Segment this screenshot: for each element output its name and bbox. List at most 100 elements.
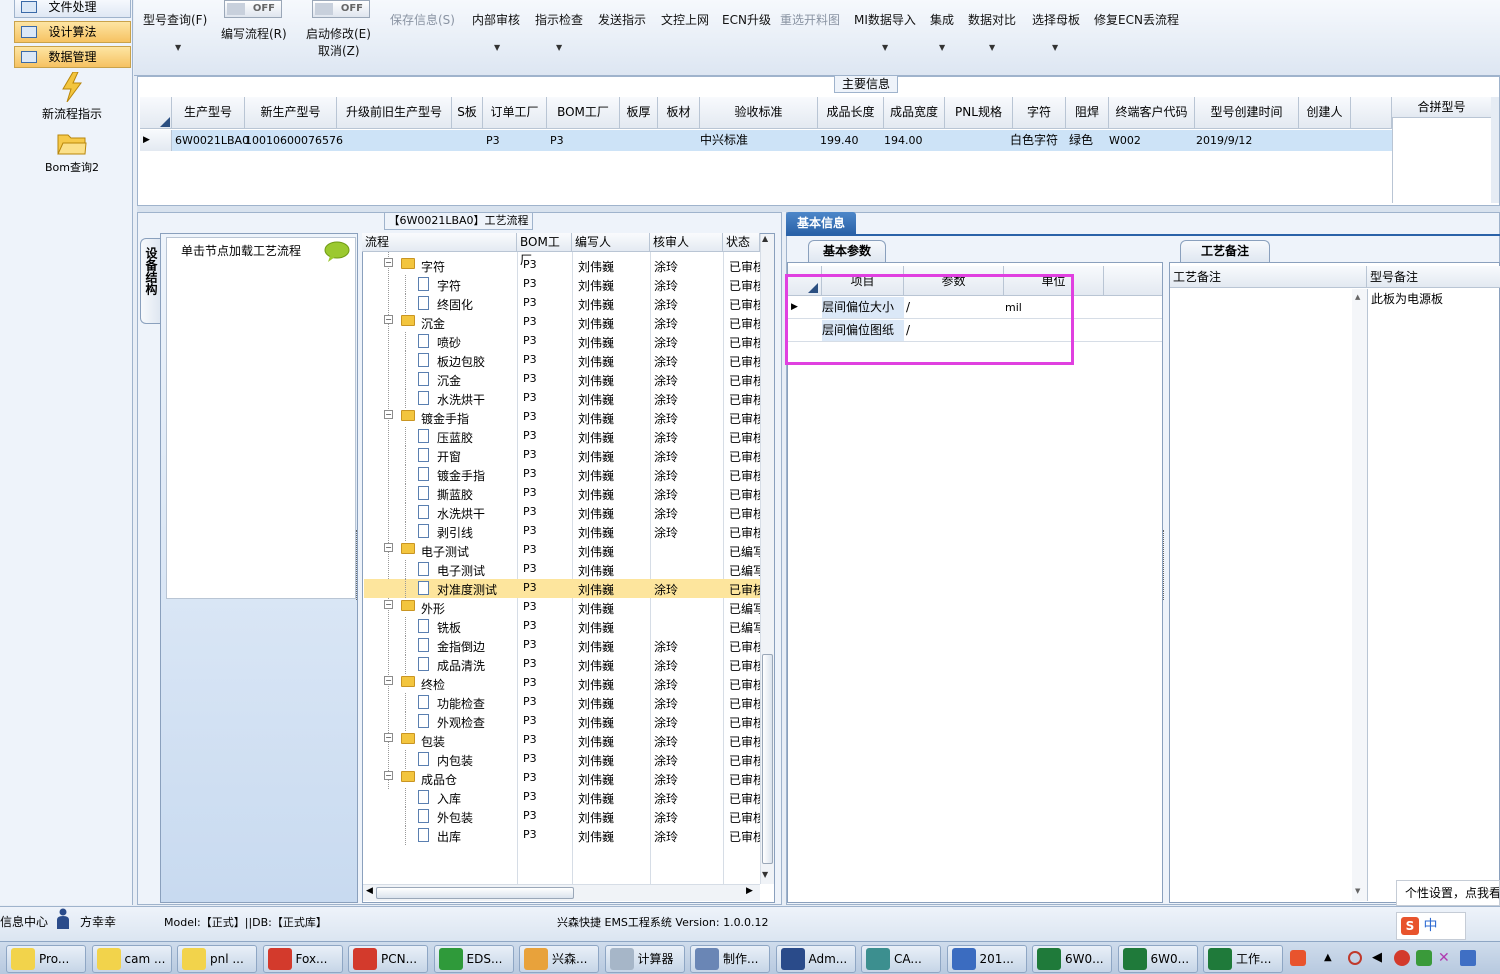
col-header[interactable]: 订单工厂 [483, 97, 547, 129]
new-flow-instruction-shortcut[interactable]: 新流程指示 [16, 71, 128, 122]
tab-basic-info[interactable]: 基本信息 [786, 212, 856, 234]
app-tray-icon[interactable] [1416, 950, 1432, 966]
tree-row[interactable]: 成品清洗 P3 刘伟巍 涂玲 已审核 [364, 655, 765, 674]
row-selector-icon[interactable]: ▶ [140, 130, 172, 151]
collapse-toggle-icon[interactable]: − [384, 258, 393, 267]
info-center-label[interactable]: 信息中心 [0, 913, 48, 930]
tree-row[interactable]: 终固化 P3 刘伟巍 涂玲 已审核 [364, 294, 765, 313]
taskbar-item[interactable]: Fox... [262, 945, 343, 973]
tree-row[interactable]: 板边包胶 P3 刘伟巍 涂玲 已审核 [364, 351, 765, 370]
taskbar-item[interactable]: Pro... [6, 945, 86, 973]
taskbar-item[interactable]: 6W0... [1117, 945, 1198, 973]
model-note-text[interactable]: 此板为电源板 [1371, 290, 1443, 307]
scroll-thumb[interactable] [376, 887, 574, 899]
scroll-left-icon[interactable]: ◀ [366, 886, 373, 896]
collapse-toggle-icon[interactable]: − [384, 543, 393, 552]
col-header[interactable]: 成品长度 [818, 97, 884, 129]
scroll-up-icon[interactable]: ▲ [762, 234, 768, 243]
col-header[interactable]: 新生产型号 [245, 97, 337, 129]
tab-process-notes[interactable]: 工艺备注 [1180, 240, 1270, 262]
col-header[interactable]: 成品宽度 [884, 97, 945, 129]
horizontal-scrollbar[interactable]: ◀ ▶ [363, 884, 760, 901]
col-header[interactable]: 升级前旧生产型号 [337, 97, 452, 129]
tree-row[interactable]: − 终检 P3 刘伟巍 涂玲 已审核 [364, 674, 765, 693]
taskbar-item[interactable]: 工作... [1203, 945, 1283, 973]
nav-file-processing[interactable]: 文件处理 [14, 0, 131, 18]
dropdown-arrow-icon[interactable]: ▼ [175, 43, 181, 52]
tree-row[interactable]: 撕蓝胶 P3 刘伟巍 涂玲 已审核 [364, 484, 765, 503]
col-header[interactable]: PNL规格 [945, 97, 1013, 129]
taskbar-item[interactable]: CA... [861, 945, 941, 973]
col-header[interactable]: 字符 [1013, 97, 1066, 129]
tree-row[interactable]: 水洗烘干 P3 刘伟巍 涂玲 已审核 [364, 503, 765, 522]
ime-bar[interactable]: S 中 [1396, 912, 1466, 940]
tree-row[interactable]: − 外形 P3 刘伟巍 已编写 [364, 598, 765, 617]
collapse-toggle-icon[interactable]: − [384, 733, 393, 742]
dropdown-arrow-icon[interactable]: ▼ [1052, 43, 1058, 52]
tab-basic-params[interactable]: 基本参数 [808, 240, 886, 262]
scroll-down-icon[interactable]: ▼ [1355, 887, 1360, 895]
taskbar-item[interactable]: 兴森... [519, 945, 599, 973]
tree-row[interactable]: 出库 P3 刘伟巍 涂玲 已审核 [364, 826, 765, 845]
col-header[interactable]: 验收标准 [700, 97, 818, 129]
tree-row[interactable]: 喷砂 P3 刘伟巍 涂玲 已审核 [364, 332, 765, 351]
settings-popup[interactable]: 个性设置，点我看 [1396, 880, 1500, 906]
taskbar-item[interactable]: EDS... [433, 945, 514, 973]
scrollbar[interactable] [1491, 97, 1499, 203]
col-header[interactable]: BOM工厂 [517, 233, 572, 267]
tree-row[interactable]: 内包装 P3 刘伟巍 涂玲 已审核 [364, 750, 765, 769]
collapse-toggle-icon[interactable]: − [384, 600, 393, 609]
tree-row[interactable]: 水洗烘干 P3 刘伟巍 涂玲 已审核 [364, 389, 765, 408]
col-header[interactable]: 生产型号 [172, 97, 245, 129]
vertical-scrollbar[interactable]: ▲ ▼ [760, 234, 774, 884]
dropdown-arrow-icon[interactable]: ▼ [882, 43, 888, 52]
taskbar-item[interactable]: cam ... [91, 945, 172, 973]
start-modify-toggle[interactable]: OFF [312, 0, 370, 18]
dropdown-arrow-icon[interactable]: ▼ [556, 43, 562, 52]
col-header[interactable]: 状态 [723, 233, 760, 252]
scroll-right-icon[interactable]: ▶ [746, 886, 753, 896]
sogou-icon[interactable]: S [1401, 917, 1419, 935]
taskbar-item[interactable]: PCN... [348, 945, 428, 973]
process-notes-text[interactable] [1170, 289, 1367, 901]
integrate-button[interactable]: 集成 [930, 11, 954, 28]
tree-row[interactable]: − 包装 P3 刘伟巍 涂玲 已审核 [364, 731, 765, 750]
select-template-button[interactable]: 选择母板 [1032, 11, 1080, 28]
model-query-button[interactable]: 型号查询(F) [143, 11, 207, 28]
tree-row[interactable]: 剥引线 P3 刘伟巍 涂玲 已审核 [364, 522, 765, 541]
col-header[interactable]: 流程 [362, 233, 517, 252]
tree-row[interactable]: 沉金 P3 刘伟巍 涂玲 已审核 [364, 370, 765, 389]
tree-row[interactable]: 金指倒边 P3 刘伟巍 涂玲 已审核 [364, 636, 765, 655]
col-header[interactable]: 核审人 [650, 233, 723, 252]
collapse-toggle-icon[interactable]: − [384, 771, 393, 780]
tree-row[interactable]: 开窗 P3 刘伟巍 涂玲 已审核 [364, 446, 765, 465]
start-modify-button[interactable]: 启动修改(E) [306, 25, 371, 42]
data-compare-button[interactable]: 数据对比 [968, 11, 1016, 28]
scroll-up-icon[interactable]: ▲ [1355, 293, 1360, 301]
taskbar-item[interactable]: 6W0... [1032, 945, 1112, 973]
taskbar-item[interactable]: pnl ... [177, 945, 257, 973]
bom-query2-shortcut[interactable]: Bom查询2 [16, 130, 128, 175]
taskbar-item[interactable]: 制作... [690, 945, 770, 973]
instruction-check-button[interactable]: 指示检查 [535, 11, 583, 28]
app-tray-icon[interactable] [1460, 950, 1476, 966]
merge-model-header[interactable]: 合拼型号 [1392, 97, 1491, 118]
nav-design-algorithm[interactable]: 设计算法 [14, 21, 131, 43]
ime-mode[interactable]: 中 [1423, 918, 1437, 934]
dropdown-arrow-icon[interactable]: ▼ [494, 43, 500, 52]
col-header[interactable]: BOM工厂 [547, 97, 620, 129]
app-tray-icon[interactable] [1394, 950, 1410, 966]
reselect-material-button[interactable]: 重选开料图 [780, 11, 840, 28]
tree-row[interactable]: − 电子测试 P3 刘伟巍 已编写 [364, 541, 765, 560]
tree-row[interactable]: 对准度测试 P3 刘伟巍 涂玲 已审核 [364, 579, 765, 598]
send-instruction-button[interactable]: 发送指示 [598, 11, 646, 28]
write-flow-button[interactable]: 编写流程(R) [221, 25, 287, 42]
splitter-vertical[interactable] [1163, 530, 1167, 600]
tree-row[interactable]: − 镀金手指 P3 刘伟巍 涂玲 已审核 [364, 408, 765, 427]
write-flow-toggle[interactable]: OFF [224, 0, 282, 18]
col-header[interactable]: S板 [452, 97, 483, 129]
device-structure-tab[interactable]: 设备结构 [140, 238, 160, 324]
cancel-button[interactable]: 取消(Z) [318, 42, 360, 59]
tree-row[interactable]: 压蓝胶 P3 刘伟巍 涂玲 已审核 [364, 427, 765, 446]
col-header[interactable]: 终端客户代码 [1109, 97, 1195, 129]
